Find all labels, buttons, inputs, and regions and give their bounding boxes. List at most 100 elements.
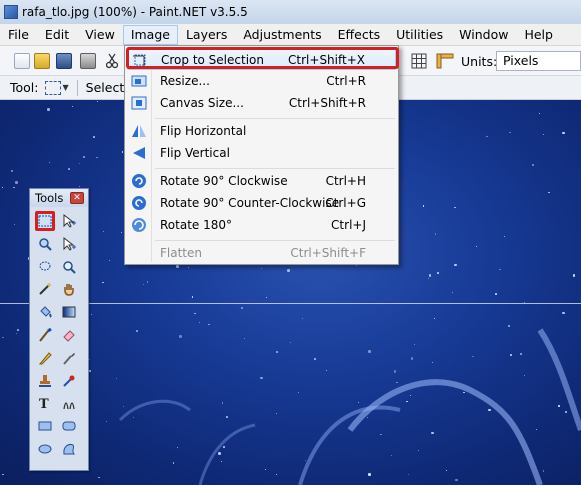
menu-item-label: Canvas Size...	[160, 96, 244, 110]
menu-item-rotate-ccw[interactable]: Rotate 90° Counter-Clockwise Ctrl+G	[127, 192, 396, 214]
menu-item-shortcut: Ctrl+G	[325, 196, 366, 210]
print-icon[interactable]	[80, 53, 96, 69]
window-title: rafa_tlo.jpg (100%) - Paint.NET v3.5.5	[22, 5, 248, 19]
star-dot	[93, 136, 95, 138]
move-selected-icon[interactable]	[59, 234, 79, 254]
units-select[interactable]: Pixels	[496, 51, 581, 71]
star-dot	[176, 265, 179, 268]
menu-item-flatten[interactable]: Flatten Ctrl+Shift+F	[127, 242, 396, 264]
svg-text:T: T	[39, 397, 49, 410]
menu-image[interactable]: Image	[122, 24, 178, 45]
current-tool-icon[interactable]	[44, 80, 61, 95]
freeform-shape-icon[interactable]	[59, 439, 79, 459]
pencil-icon[interactable]	[35, 348, 55, 368]
menu-bar: File Edit View Image Layers Adjustments …	[0, 24, 581, 46]
tools-title-bar[interactable]: Tools ✕	[30, 189, 88, 207]
menu-window[interactable]: Window	[451, 25, 516, 45]
eraser-icon[interactable]	[59, 325, 79, 345]
star-dot	[78, 162, 80, 164]
star-dot	[260, 267, 262, 269]
magic-wand-icon[interactable]	[35, 279, 55, 299]
star-dot	[455, 478, 458, 482]
menu-item-shortcut: Ctrl+J	[331, 218, 366, 232]
star-dot	[407, 473, 409, 475]
star-dot	[564, 411, 567, 413]
recolor-icon[interactable]	[59, 371, 79, 391]
star-dot	[410, 357, 414, 360]
menu-separator	[155, 168, 395, 169]
star-dot	[368, 350, 371, 353]
menu-item-label: Rotate 90° Counter-Clockwise	[160, 196, 340, 210]
star-dot	[445, 469, 447, 471]
menu-item-rotate-cw[interactable]: Rotate 90° Clockwise Ctrl+H	[127, 170, 396, 192]
menu-item-shortcut: Ctrl+Shift+R	[288, 96, 366, 110]
paintbrush-icon[interactable]	[35, 325, 55, 345]
star-dot	[146, 281, 149, 283]
text-icon[interactable]: T	[35, 393, 55, 413]
cut-icon[interactable]	[105, 53, 119, 69]
star-dot	[314, 358, 316, 360]
star-dot	[532, 164, 534, 166]
menu-view[interactable]: View	[77, 25, 123, 45]
star-dot	[428, 274, 432, 277]
title-bar: rafa_tlo.jpg (100%) - Paint.NET v3.5.5	[0, 0, 581, 24]
menu-item-flip-horizontal[interactable]: Flip Horizontal	[127, 120, 396, 142]
image-menu-dropdown: Crop to Selection Ctrl+Shift+X Resize...…	[124, 45, 399, 265]
clone-stamp-icon[interactable]	[35, 371, 55, 391]
star-dot	[287, 269, 290, 272]
line-curve-icon[interactable]	[59, 393, 79, 413]
menu-item-flip-vertical[interactable]: Flip Vertical	[127, 142, 396, 164]
star-dot	[409, 394, 411, 396]
rulers-icon[interactable]	[436, 53, 454, 69]
flip-vertical-icon	[131, 145, 147, 161]
ellipse-icon[interactable]	[35, 439, 55, 459]
open-folder-icon[interactable]	[34, 53, 50, 69]
menu-item-resize[interactable]: Resize... Ctrl+R	[127, 70, 396, 92]
menu-item-shortcut: Ctrl+Shift+F	[290, 246, 366, 260]
star-dot	[17, 329, 19, 331]
menu-edit[interactable]: Edit	[37, 25, 77, 45]
menu-help[interactable]: Help	[516, 25, 561, 45]
star-dot	[275, 350, 278, 354]
star-dot	[558, 405, 560, 407]
rotate-ccw-icon	[131, 195, 147, 211]
star-dot	[89, 370, 91, 372]
menu-item-rotate-180[interactable]: Rotate 180° Ctrl+J	[127, 214, 396, 236]
close-icon[interactable]: ✕	[70, 192, 84, 204]
star-dot	[367, 416, 369, 418]
lasso-select-icon[interactable]	[35, 257, 55, 277]
save-icon[interactable]	[56, 53, 72, 69]
paint-bucket-icon[interactable]	[35, 302, 55, 322]
star-dot	[417, 449, 419, 451]
rounded-rectangle-icon[interactable]	[59, 416, 79, 436]
menu-item-canvas-size[interactable]: Canvas Size... Ctrl+Shift+R	[127, 92, 396, 114]
star-dot	[13, 223, 15, 225]
star-dot	[83, 156, 85, 158]
star-dot	[475, 246, 477, 248]
menu-adjustments[interactable]: Adjustments	[235, 25, 329, 45]
menu-effects[interactable]: Effects	[330, 25, 389, 45]
menu-file[interactable]: File	[0, 25, 37, 45]
color-picker-icon[interactable]	[59, 348, 79, 368]
new-file-icon[interactable]	[14, 53, 30, 69]
move-selection-icon[interactable]	[59, 211, 79, 231]
grid-icon[interactable]	[411, 53, 427, 69]
star-dot	[193, 312, 196, 315]
star-dot	[535, 428, 537, 430]
star-dot	[510, 354, 512, 356]
flip-horizontal-icon	[131, 123, 147, 139]
menu-layers[interactable]: Layers	[178, 25, 235, 45]
pan-hand-icon[interactable]	[59, 279, 79, 299]
zoom-icon[interactable]	[35, 234, 55, 254]
star-dot	[368, 473, 371, 476]
chevron-down-icon[interactable]: ▼	[63, 83, 69, 92]
toolbar-divider	[76, 79, 78, 96]
gradient-icon[interactable]	[59, 302, 79, 322]
menu-utilities[interactable]: Utilities	[388, 25, 451, 45]
menu-item-label: Flatten	[160, 246, 202, 260]
magnifier-icon[interactable]	[59, 257, 79, 277]
rectangle-select-icon[interactable]	[35, 211, 55, 231]
rectangle-icon[interactable]	[35, 416, 55, 436]
star-dot	[15, 181, 18, 184]
rotate-cw-icon	[131, 173, 147, 189]
